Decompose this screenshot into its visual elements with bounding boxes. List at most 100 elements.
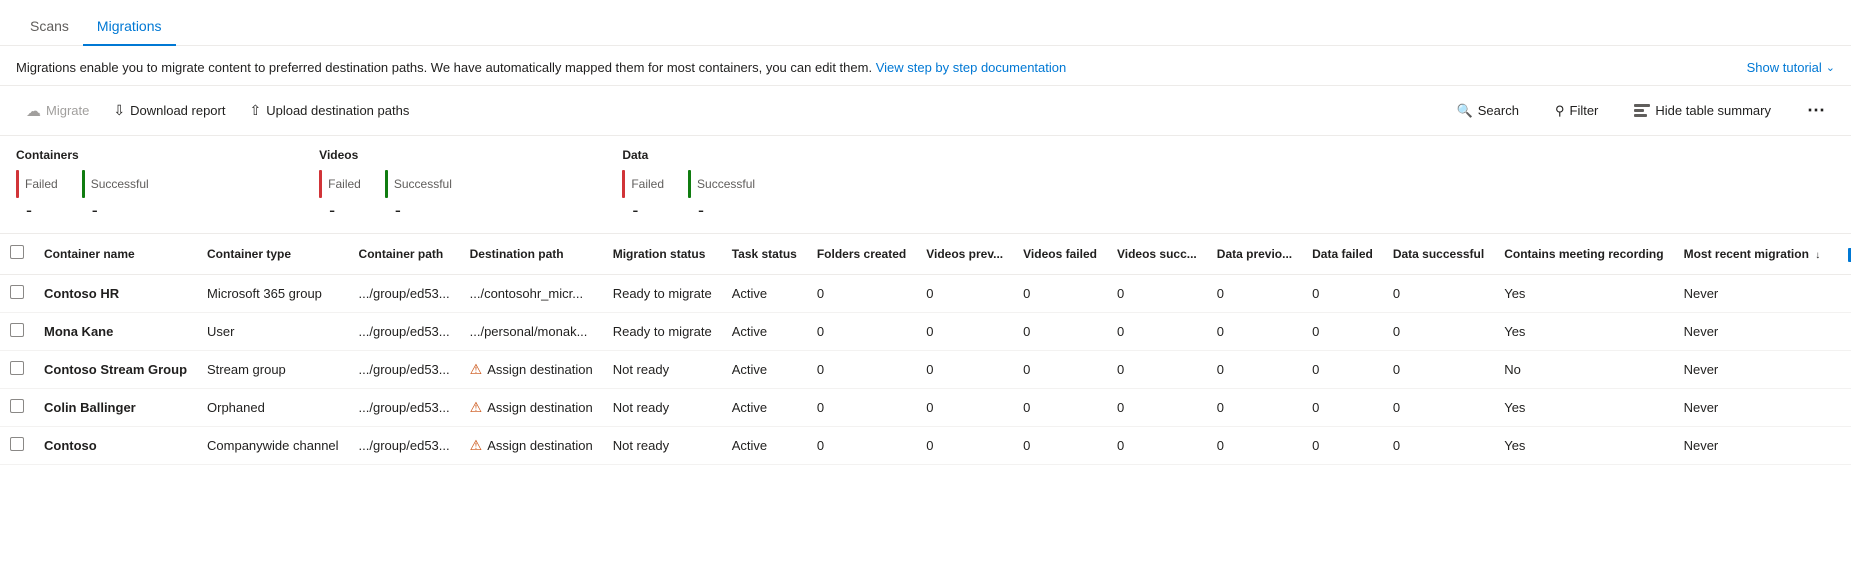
cell-data_failed: 0 bbox=[1302, 388, 1383, 426]
docs-link[interactable]: View step by step documentation bbox=[876, 60, 1067, 75]
cell-container_type: Companywide channel bbox=[197, 426, 349, 464]
cell-data_successful: 0 bbox=[1383, 312, 1494, 350]
cell-videos_failed: 0 bbox=[1013, 350, 1107, 388]
cell-task_status: Active bbox=[722, 350, 807, 388]
cell-videos_succ: 0 bbox=[1107, 312, 1207, 350]
col-data-failed[interactable]: Data failed bbox=[1302, 234, 1383, 274]
table-summary-icon bbox=[1634, 103, 1650, 119]
cell-videos_succ: 0 bbox=[1107, 350, 1207, 388]
containers-failed: Failed - bbox=[16, 170, 58, 221]
upload-destination-button[interactable]: ⇧ Upload destination paths bbox=[239, 96, 419, 125]
migrate-button[interactable]: ☁ Migrate bbox=[16, 96, 99, 126]
download-report-button[interactable]: ⇩ Download report bbox=[103, 96, 235, 125]
cell-migration_status: Not ready bbox=[603, 350, 722, 388]
cell-contains_meeting: Yes bbox=[1494, 274, 1673, 312]
containers-successful: Successful - bbox=[82, 170, 149, 221]
cell-most_recent: Never bbox=[1674, 350, 1831, 388]
cell-choose-cols bbox=[1830, 274, 1851, 312]
data-summary: Data Failed - Successful - bbox=[622, 148, 925, 221]
upload-icon: ⇧ bbox=[249, 102, 261, 119]
row-checkbox[interactable] bbox=[10, 323, 24, 337]
cell-data_successful: 0 bbox=[1383, 274, 1494, 312]
cell-videos_prev: 0 bbox=[916, 388, 1013, 426]
cell-choose-cols bbox=[1830, 350, 1851, 388]
col-folders-created[interactable]: Folders created bbox=[807, 234, 916, 274]
containers-summary: Containers Failed - Successful - bbox=[16, 148, 319, 221]
col-container-name[interactable]: Container name bbox=[34, 234, 197, 274]
cell-folders_created: 0 bbox=[807, 350, 916, 388]
cell-videos_failed: 0 bbox=[1013, 274, 1107, 312]
videos-summary: Videos Failed - Successful - bbox=[319, 148, 622, 221]
select-all-header[interactable] bbox=[0, 234, 34, 274]
table-row: Mona KaneUser.../group/ed53....../person… bbox=[0, 312, 1851, 350]
row-checkbox[interactable] bbox=[10, 361, 24, 375]
videos-successful: Successful - bbox=[385, 170, 452, 221]
search-icon: 🔍 bbox=[1457, 103, 1473, 119]
cell-container_name: Mona Kane bbox=[34, 312, 197, 350]
col-data-previo[interactable]: Data previo... bbox=[1207, 234, 1302, 274]
more-options-button[interactable]: ⋯ bbox=[1797, 94, 1835, 127]
cell-choose-cols bbox=[1830, 426, 1851, 464]
col-destination-path[interactable]: Destination path bbox=[460, 234, 603, 274]
cell-destination_path: .../contosohr_micr... bbox=[460, 274, 603, 312]
cell-data_failed: 0 bbox=[1302, 274, 1383, 312]
summary-section: Containers Failed - Successful - bbox=[0, 136, 1851, 234]
row-checkbox[interactable] bbox=[10, 437, 24, 451]
cell-videos_succ: 0 bbox=[1107, 274, 1207, 312]
cell-migration_status: Ready to migrate bbox=[603, 312, 722, 350]
cell-videos_prev: 0 bbox=[916, 274, 1013, 312]
cell-migration_status: Not ready bbox=[603, 388, 722, 426]
col-videos-prev[interactable]: Videos prev... bbox=[916, 234, 1013, 274]
col-task-status[interactable]: Task status bbox=[722, 234, 807, 274]
row-checkbox[interactable] bbox=[10, 285, 24, 299]
col-most-recent[interactable]: Most recent migration ↓ bbox=[1674, 234, 1831, 274]
cell-videos_failed: 0 bbox=[1013, 312, 1107, 350]
cell-contains_meeting: Yes bbox=[1494, 312, 1673, 350]
tab-scans[interactable]: Scans bbox=[16, 10, 83, 46]
filter-button[interactable]: ⚲ Filter bbox=[1545, 97, 1608, 125]
cell-container_name: Contoso bbox=[34, 426, 197, 464]
cell-destination_path: ⚠ Assign destination bbox=[460, 388, 603, 426]
cell-task_status: Active bbox=[722, 312, 807, 350]
green-bar-icon bbox=[688, 170, 691, 198]
cell-container_path: .../group/ed53... bbox=[349, 312, 460, 350]
assign-destination-status: ⚠ Assign destination bbox=[470, 399, 593, 416]
show-tutorial-button[interactable]: Show tutorial ⌄ bbox=[1747, 60, 1835, 75]
red-bar-icon bbox=[319, 170, 322, 198]
cell-data_successful: 0 bbox=[1383, 350, 1494, 388]
col-contains-meeting[interactable]: Contains meeting recording bbox=[1494, 234, 1673, 274]
col-videos-succ[interactable]: Videos succ... bbox=[1107, 234, 1207, 274]
col-container-path[interactable]: Container path bbox=[349, 234, 460, 274]
choose-columns-header[interactable]: Choose columns bbox=[1830, 234, 1851, 274]
cell-contains_meeting: No bbox=[1494, 350, 1673, 388]
cell-most_recent: Never bbox=[1674, 312, 1831, 350]
data-failed: Failed - bbox=[622, 170, 664, 221]
hide-summary-button[interactable]: Hide table summary bbox=[1624, 97, 1781, 125]
tab-migrations[interactable]: Migrations bbox=[83, 10, 176, 46]
row-checkbox[interactable] bbox=[10, 399, 24, 413]
migrations-table: Container name Container type Container … bbox=[0, 234, 1851, 465]
select-all-checkbox[interactable] bbox=[10, 245, 24, 259]
col-videos-failed[interactable]: Videos failed bbox=[1013, 234, 1107, 274]
cell-data_failed: 0 bbox=[1302, 312, 1383, 350]
cell-task_status: Active bbox=[722, 388, 807, 426]
chevron-down-icon: ⌄ bbox=[1826, 61, 1835, 74]
cell-container_path: .../group/ed53... bbox=[349, 388, 460, 426]
cell-data_previo: 0 bbox=[1207, 274, 1302, 312]
col-migration-status[interactable]: Migration status bbox=[603, 234, 722, 274]
cell-data_successful: 0 bbox=[1383, 388, 1494, 426]
cell-data_previo: 0 bbox=[1207, 388, 1302, 426]
choose-columns-button[interactable]: Choose columns bbox=[1840, 242, 1851, 266]
summary-spacer bbox=[926, 148, 1836, 221]
toolbar: ☁ Migrate ⇩ Download report ⇧ Upload des… bbox=[0, 86, 1851, 136]
search-button[interactable]: 🔍 Search bbox=[1447, 97, 1529, 125]
col-container-type[interactable]: Container type bbox=[197, 234, 349, 274]
cell-data_successful: 0 bbox=[1383, 426, 1494, 464]
red-bar-icon bbox=[622, 170, 625, 198]
cell-task_status: Active bbox=[722, 426, 807, 464]
cell-destination_path: ⚠ Assign destination bbox=[460, 426, 603, 464]
tab-bar: Scans Migrations bbox=[0, 0, 1851, 46]
col-data-successful[interactable]: Data successful bbox=[1383, 234, 1494, 274]
cell-choose-cols bbox=[1830, 312, 1851, 350]
toolbar-right: 🔍 Search ⚲ Filter Hide table summary ⋯ bbox=[1447, 94, 1835, 127]
